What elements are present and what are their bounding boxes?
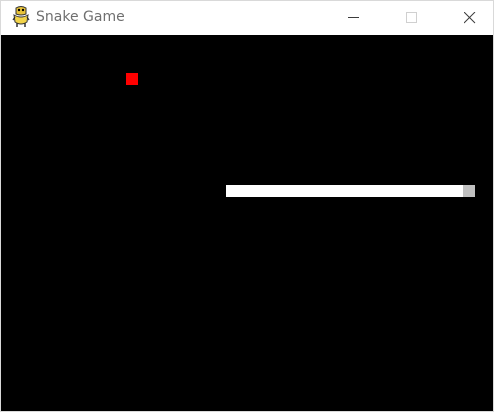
minimize-button[interactable] xyxy=(331,1,377,34)
game-canvas[interactable] xyxy=(1,35,493,411)
title-bar[interactable]: Snake Game xyxy=(1,1,493,34)
snake-body xyxy=(226,185,463,197)
maximize-button[interactable] xyxy=(389,1,435,34)
food-pellet xyxy=(126,73,138,85)
maximize-icon xyxy=(406,12,417,23)
close-button[interactable] xyxy=(447,1,493,34)
app-window: Snake Game xyxy=(0,0,494,412)
window-title: Snake Game xyxy=(36,9,125,25)
close-icon xyxy=(464,12,476,24)
python-snake-icon xyxy=(10,5,32,29)
snake-head xyxy=(463,185,475,197)
minimize-icon xyxy=(348,17,359,18)
